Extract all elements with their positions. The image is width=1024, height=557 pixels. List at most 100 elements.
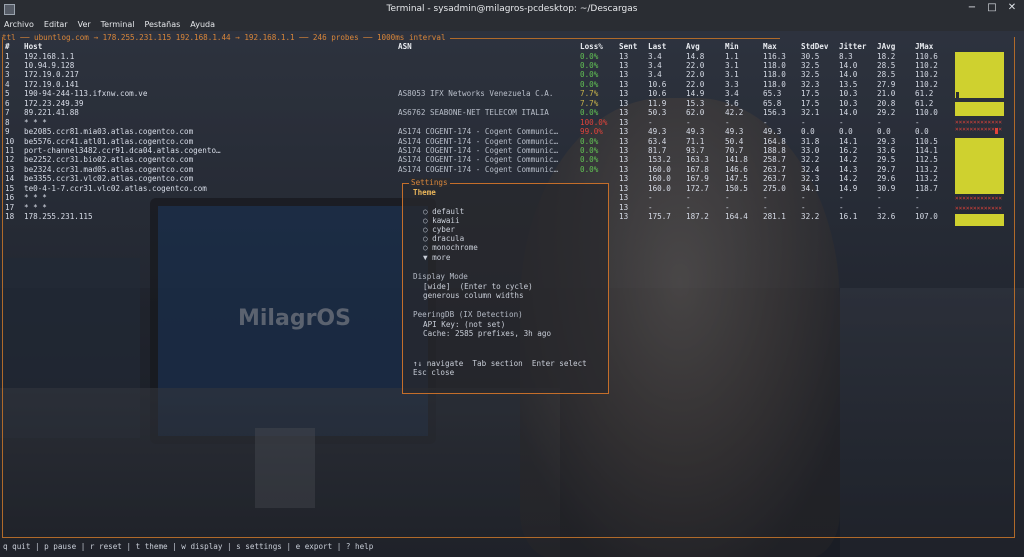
hop-loss: 0.0% xyxy=(580,164,599,174)
hop-avg: 93.7 xyxy=(686,146,705,155)
hop-javg: 0.0 xyxy=(877,127,891,137)
theme-option-kawaii[interactable]: ○ kawaii xyxy=(423,216,460,225)
hop-jitter: 14.0 xyxy=(839,70,858,80)
table-row[interactable]: 4 172.19.0.141 0.0% 13 10.6 22.0 3.3 118.0 32.3 1… xyxy=(5,80,1005,89)
display-mode-value[interactable]: [wide] (Enter to cycle) xyxy=(423,282,533,291)
table-row[interactable]: 6 172.23.249.39 7.7% 13 11.9 15.3 3.6 65.8 17.5 1… xyxy=(5,99,1005,108)
table-row[interactable]: 2 10.94.9.128 0.0% 13 3.4 22.0 3.1 118.0 32.5 14.… xyxy=(5,61,1005,70)
col-sent: Sent xyxy=(619,42,638,51)
hop-max: 188.8 xyxy=(763,146,786,155)
hop-number: 10 xyxy=(5,136,15,146)
menu-pestanas[interactable]: Pestañas xyxy=(144,20,180,29)
hop-last: 175.7 xyxy=(648,212,671,222)
hop-jmax: 118.7 xyxy=(915,183,938,193)
theme-option-more[interactable]: ▼ more xyxy=(423,253,450,262)
theme-option-default[interactable]: ○ default xyxy=(423,207,464,216)
hop-jmax: 110.2 xyxy=(915,70,938,80)
hop-number: 7 xyxy=(5,108,10,118)
settings-dialog[interactable]: Settings Theme ○ default ○ kawaii ○ cybe… xyxy=(402,178,609,394)
hop-jmax: 0.0 xyxy=(915,127,929,137)
table-row[interactable]: 13 be2324.ccr31.mad05.atlas.cogentco.com A… xyxy=(5,165,1005,174)
hop-jitter: 13.5 xyxy=(839,79,858,89)
hop-loss: 100.0% xyxy=(580,117,608,127)
col-avg: Avg xyxy=(686,42,700,51)
col-min: Min xyxy=(725,42,739,51)
hop-last: - xyxy=(648,202,653,212)
hop-loss: 7.7% xyxy=(580,89,599,99)
display-mode-label: Display Mode xyxy=(413,272,468,281)
hop-jitter: 10.3 xyxy=(839,98,858,108)
hop-host: * * * xyxy=(24,193,47,203)
hop-avg: 167.8 xyxy=(686,164,709,174)
peeringdb-api-key[interactable]: API Key: (not set) xyxy=(423,320,505,329)
hop-avg: 14.9 xyxy=(686,89,705,99)
theme-option-dracula[interactable]: ○ dracula xyxy=(423,234,464,243)
table-row[interactable]: 5 190-94-244-113.ifxnw.com.ve AS8053 IFX N… xyxy=(5,89,1005,98)
table-row[interactable]: 12 be2252.ccr31.bio02.atlas.cogentco.com A… xyxy=(5,155,1005,164)
hop-max: 118.0 xyxy=(763,70,786,80)
hop-min: 147.5 xyxy=(725,174,748,184)
hop-jmax: 113.2 xyxy=(915,164,938,174)
hop-max: 116.3 xyxy=(763,51,786,61)
hop-sent: 13 xyxy=(619,60,629,70)
table-row[interactable]: 3 172.19.0.217 0.0% 13 3.4 22.0 3.1 118.0 32.5 14… xyxy=(5,70,1005,79)
hop-loss: 0.0% xyxy=(580,136,599,146)
hop-javg: - xyxy=(877,117,882,127)
hop-stddev: - xyxy=(801,202,806,212)
hop-loss: 0.0% xyxy=(580,108,599,118)
hop-stddev: 32.5 xyxy=(801,60,820,70)
hop-max: 275.0 xyxy=(763,183,786,193)
hop-number: 9 xyxy=(5,127,10,137)
hop-number: 2 xyxy=(5,60,10,70)
col-host: Host xyxy=(24,42,43,51)
table-row[interactable]: 1 192.168.1.1 0.0% 13 3.4 14.8 1.1 116.3 30.5 8.3… xyxy=(5,52,1005,61)
menu-ayuda[interactable]: Ayuda xyxy=(190,20,215,29)
hop-loss: 99.0% xyxy=(580,127,603,137)
minimize-icon[interactable]: − xyxy=(966,2,978,13)
hop-stddev: 32.3 xyxy=(801,79,820,89)
table-row[interactable]: 8 * * * 100.0% 13 - - - - - - - - xyxy=(5,118,1005,127)
menu-editar[interactable]: Editar xyxy=(44,20,68,29)
peeringdb-cache: Cache: 2585 prefixes, 3h ago xyxy=(423,329,552,338)
table-header: # Host ASN Loss% Sent Last Avg Min Max S… xyxy=(5,42,1005,51)
settings-close-hint[interactable]: Esc close xyxy=(413,368,454,377)
hop-sent: 13 xyxy=(619,193,629,203)
hop-jmax: 110.0 xyxy=(915,108,938,118)
hop-javg: 28.5 xyxy=(877,60,896,70)
hop-sent: 13 xyxy=(619,127,629,137)
hop-loss: 0.0% xyxy=(580,51,599,61)
display-mode-description: generous column widths xyxy=(423,291,524,300)
hop-stddev: - xyxy=(801,193,806,203)
hop-number: 14 xyxy=(5,174,15,184)
theme-section-label[interactable]: Theme xyxy=(413,188,436,197)
menu-archivo[interactable]: Archivo xyxy=(4,20,34,29)
settings-nav-hint: ↑↓ navigate Tab section Enter select xyxy=(413,359,587,368)
close-icon[interactable]: ✕ xyxy=(1006,2,1018,13)
hop-host: 172.19.0.217 xyxy=(24,70,79,80)
hop-loss: 0.0% xyxy=(580,60,599,70)
table-row[interactable]: 9 be2085.ccr81.mia03.atlas.cogentco.com AS… xyxy=(5,127,1005,136)
hop-last: 11.9 xyxy=(648,98,667,108)
hop-javg: 18.2 xyxy=(877,51,896,61)
col-stddev: StdDev xyxy=(801,42,829,51)
hop-stddev: 33.0 xyxy=(801,146,820,155)
window-titlebar[interactable]: Terminal - sysadmin@milagros-pcdesktop: … xyxy=(0,0,1024,17)
hop-stddev: 32.4 xyxy=(801,164,820,174)
menu-ver[interactable]: Ver xyxy=(78,20,91,29)
hop-jitter: 14.2 xyxy=(839,174,858,184)
hop-javg: 21.0 xyxy=(877,89,896,99)
table-row[interactable]: 11 port-channel3482.ccr91.dca04.atlas.cog… xyxy=(5,146,1005,155)
maximize-icon[interactable]: □ xyxy=(986,2,998,13)
hop-sent: 13 xyxy=(619,89,629,99)
hop-jmax: 113.2 xyxy=(915,174,938,184)
theme-option-cyber[interactable]: ○ cyber xyxy=(423,225,455,234)
hop-javg: - xyxy=(877,202,882,212)
menu-terminal[interactable]: Terminal xyxy=(101,20,135,29)
graph-bar-hops-6-7 xyxy=(955,102,1004,116)
theme-option-monochrome[interactable]: ○ monochrome xyxy=(423,243,478,252)
hop-max: 156.3 xyxy=(763,108,786,118)
table-row[interactable]: 7 89.221.41.88 AS6762 SEABONE-NET TELECOM … xyxy=(5,108,1005,117)
hop-number: 12 xyxy=(5,155,15,165)
hop-last: 63.4 xyxy=(648,136,667,146)
table-row[interactable]: 10 be5576.ccr41.atl01.atlas.cogentco.com A… xyxy=(5,137,1005,146)
